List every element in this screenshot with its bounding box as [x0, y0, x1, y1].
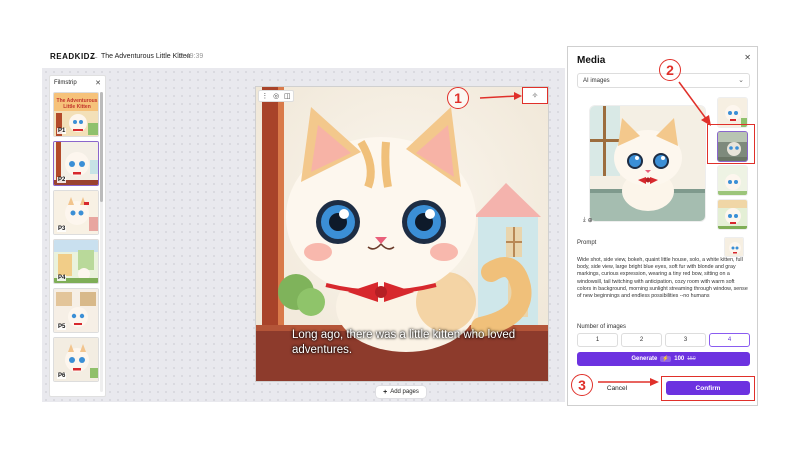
generate-label: Generate: [631, 356, 658, 362]
page-label: P5: [57, 324, 67, 330]
result-thumbnail-3[interactable]: [717, 165, 748, 196]
filmstrip-panel: Filmstrip ✕ The Adventurous Little Kitte…: [49, 75, 106, 397]
annotation-arrow-2: [678, 81, 711, 126]
canvas-toolbar: ⋮ ◎ ◫: [258, 90, 294, 102]
filmstrip-scrollbar[interactable]: [100, 92, 103, 392]
filmstrip-page-1[interactable]: The Adventurous Little Kitten P1: [53, 92, 99, 137]
app-logo: READKIDZ: [50, 52, 96, 61]
more-icon[interactable]: ⋮: [261, 92, 268, 100]
preview-tools: ⤓ ⊕: [583, 217, 593, 224]
annotation-highlight-thumbnail: [707, 124, 755, 164]
media-panel: Media ✕ AI images ⌄ ⤓ ⊕ Prompt Wide shot…: [567, 46, 758, 406]
download-icon[interactable]: ⤓: [583, 217, 586, 224]
close-icon[interactable]: ✕: [744, 53, 751, 62]
annotation-step-3: 3: [571, 374, 593, 396]
add-pages-button[interactable]: + Add pages: [376, 386, 426, 398]
credit-original-cost: 150: [687, 356, 696, 362]
filmstrip-header: Filmstrip ✕: [50, 76, 105, 90]
sparkle-icon: ✧: [531, 91, 539, 100]
page-label: P3: [57, 226, 67, 232]
prompt-label: Prompt: [577, 240, 597, 246]
ai-edit-icon[interactable]: ◎: [273, 92, 279, 100]
filmstrip-page-6[interactable]: P6: [53, 337, 99, 382]
ai-image-button[interactable]: ✧: [522, 87, 548, 104]
annotation-highlight-confirm: [661, 376, 755, 401]
save-time: 15:49:39: [176, 53, 204, 60]
add-pages-label: Add pages: [390, 389, 419, 395]
annotation-arrow-3: [598, 378, 659, 386]
filmstrip-page-5[interactable]: P5: [53, 288, 99, 333]
media-title: Media: [577, 55, 606, 66]
page-caption[interactable]: Long ago, there was a little kitten who …: [292, 328, 542, 358]
number-of-images-options: 1 2 3 4: [577, 333, 750, 347]
thumbnail-image: [718, 166, 747, 195]
plus-icon: +: [383, 388, 388, 396]
number-option-1[interactable]: 1: [577, 333, 618, 347]
close-icon[interactable]: ✕: [95, 79, 101, 87]
number-option-3[interactable]: 3: [665, 333, 706, 347]
thumbnail-image: [725, 238, 743, 256]
prompt-reference-thumbnail[interactable]: [724, 237, 744, 257]
filmstrip-list: The Adventurous Little Kitten P1 P2 P3 P…: [53, 92, 99, 386]
page-label: P1: [57, 128, 67, 134]
filmstrip-title: Filmstrip: [54, 80, 77, 86]
zoom-in-icon[interactable]: ⊕: [588, 217, 593, 224]
annotation-step-2: 2: [659, 59, 681, 81]
number-of-images-label: Number of images: [577, 324, 627, 330]
credit-icon: ⚡: [660, 356, 672, 362]
generate-button[interactable]: Generate ⚡ 100 150: [577, 352, 750, 366]
page-label: P4: [57, 275, 67, 281]
image-source-value: AI images: [583, 77, 610, 84]
thumbnail-image: [718, 200, 747, 229]
layout-icon[interactable]: ◫: [284, 92, 291, 100]
svg-text:Little Kitten: Little Kitten: [63, 104, 91, 110]
scrollbar-thumb[interactable]: [100, 92, 103, 202]
filmstrip-page-3[interactable]: P3: [53, 190, 99, 235]
app-root: READKIDZ ← The Adventurous Little Kitten…: [0, 0, 800, 450]
filmstrip-page-4[interactable]: P4: [53, 239, 99, 284]
arrow-left-icon[interactable]: ←: [90, 51, 99, 61]
prompt-textarea[interactable]: Wide shot, side view, bokeh, quaint litt…: [577, 257, 750, 314]
credit-cost: 100: [674, 356, 685, 362]
chevron-down-icon: ⌄: [738, 77, 744, 84]
number-option-4[interactable]: 4: [709, 333, 750, 347]
result-thumbnail-4[interactable]: [717, 199, 748, 230]
top-bar: READKIDZ ← The Adventurous Little Kitten…: [0, 48, 565, 68]
filmstrip-page-2[interactable]: P2: [53, 141, 99, 186]
page-label: P6: [57, 373, 67, 379]
page-label: P2: [57, 177, 67, 183]
number-option-2[interactable]: 2: [621, 333, 662, 347]
annotation-arrow-1: [479, 92, 522, 100]
annotation-step-1: 1: [447, 87, 469, 109]
